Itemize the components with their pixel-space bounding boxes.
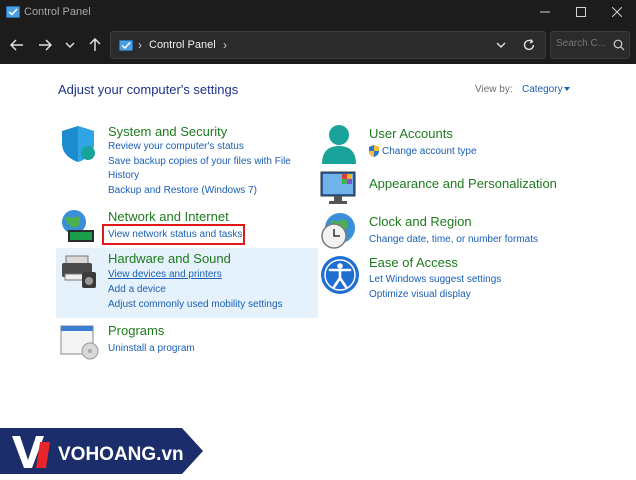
accessibility-icon[interactable] (320, 255, 360, 295)
clock-icon[interactable] (320, 212, 358, 250)
search-icon[interactable] (613, 39, 625, 51)
link-change-account-type[interactable]: Change account type (382, 146, 477, 157)
link-review-status[interactable]: Review your computer's status (108, 141, 244, 152)
page-title: Adjust your computer's settings (58, 82, 239, 97)
category-hardware-sound[interactable]: Hardware and Sound (108, 251, 231, 266)
chevron-down-icon[interactable] (493, 37, 509, 53)
link-mobility-settings[interactable]: Adjust commonly used mobility settings (108, 299, 283, 310)
breadcrumb-separator[interactable]: › (223, 38, 227, 52)
chevron-down-icon[interactable] (61, 36, 79, 54)
uac-shield-icon (369, 145, 379, 157)
search-box[interactable] (550, 31, 630, 59)
link-backup-restore[interactable]: Backup and Restore (Windows 7) (108, 185, 257, 196)
breadcrumb-separator: › (138, 38, 142, 52)
link-file-history-cont[interactable]: History (108, 170, 139, 181)
shield-icon[interactable] (60, 125, 96, 163)
user-icon[interactable] (320, 124, 358, 164)
link-change-date-formats[interactable]: Change date, time, or number formats (369, 234, 538, 245)
address-bar[interactable]: › Control Panel › (110, 31, 546, 59)
link-file-history[interactable]: Save backup copies of your files with Fi… (108, 156, 291, 167)
refresh-icon[interactable] (521, 37, 537, 53)
view-by-dropdown[interactable]: Category (522, 84, 563, 95)
printer-icon[interactable] (60, 254, 98, 290)
vohoang-logo: VOHOANG.vn (0, 428, 203, 474)
programs-icon[interactable] (60, 324, 100, 360)
search-input[interactable] (556, 38, 606, 49)
chevron-down-icon[interactable] (564, 87, 570, 91)
close-icon[interactable] (608, 4, 626, 20)
network-icon[interactable] (60, 208, 98, 244)
category-appearance[interactable]: Appearance and Personalization (369, 176, 557, 191)
link-view-network-status[interactable]: View network status and tasks (108, 229, 242, 240)
back-arrow-icon[interactable] (8, 36, 26, 54)
up-arrow-icon[interactable] (86, 36, 104, 54)
watermark-text: VOHOANG.vn (58, 444, 184, 465)
link-add-device[interactable]: Add a device (108, 284, 166, 295)
link-uninstall-program[interactable]: Uninstall a program (108, 343, 195, 354)
category-user-accounts[interactable]: User Accounts (369, 126, 453, 141)
category-system-security[interactable]: System and Security (108, 124, 227, 139)
link-optimize-visual-display[interactable]: Optimize visual display (369, 289, 471, 300)
control-panel-icon (6, 6, 20, 18)
minimize-icon[interactable] (536, 4, 554, 20)
link-view-devices-printers[interactable]: View devices and printers (108, 269, 222, 280)
category-ease-of-access[interactable]: Ease of Access (369, 255, 458, 270)
maximize-icon[interactable] (572, 4, 590, 20)
control-panel-icon (119, 40, 133, 51)
category-network-internet[interactable]: Network and Internet (108, 209, 229, 224)
window-title: Control Panel (24, 6, 91, 18)
view-by-label: View by: (475, 84, 513, 95)
appearance-icon[interactable] (320, 170, 360, 206)
forward-arrow-icon[interactable] (36, 36, 54, 54)
category-clock-region[interactable]: Clock and Region (369, 214, 472, 229)
breadcrumb[interactable]: Control Panel (149, 39, 216, 51)
category-programs[interactable]: Programs (108, 323, 164, 338)
title-bar: Control Panel (0, 0, 636, 26)
link-windows-suggest-settings[interactable]: Let Windows suggest settings (369, 274, 501, 285)
